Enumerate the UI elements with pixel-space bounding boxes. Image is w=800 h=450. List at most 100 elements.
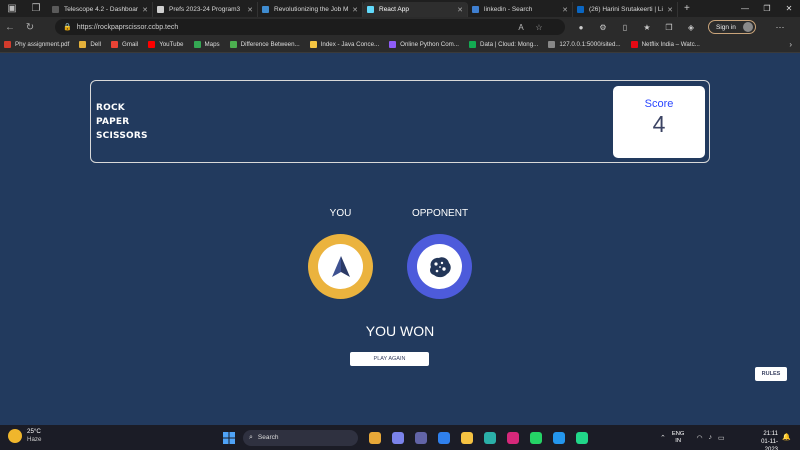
opponent-label: OPPONENT (411, 208, 469, 219)
close-tab-icon[interactable]: ✕ (352, 6, 358, 14)
volume-icon[interactable]: ♪ (709, 434, 713, 441)
extension-icon[interactable]: ● (570, 23, 592, 32)
browser-tab[interactable]: React App ✕ (363, 2, 468, 17)
close-tab-icon[interactable]: ✕ (562, 6, 568, 14)
windows-taskbar: 25°C Haze ⌕ Search ⌃ ENG IN ◠ ♪ ▭ 21:11 … (0, 425, 800, 450)
tab-title: Prefs 2023-24 Program3 (169, 6, 241, 13)
clock[interactable]: 21:11 01-11-2023 (752, 430, 778, 450)
tab-title: Telescope 4.2 - Dashboard (64, 6, 139, 13)
bookmark-favicon-icon (548, 41, 556, 48)
bookmark-favicon-icon (389, 41, 397, 48)
favorite-star-icon[interactable]: ☆ (530, 23, 548, 32)
battery-icon[interactable]: ▭ (718, 434, 725, 442)
widgets-icon[interactable] (366, 429, 384, 447)
whatsapp-icon[interactable] (527, 429, 545, 447)
teams-icon[interactable] (389, 429, 407, 447)
bookmark-item[interactable]: Netflix India – Watc... (630, 41, 700, 48)
puzzle-icon[interactable]: ⚙ (592, 23, 614, 32)
browser-tab[interactable]: Telescope 4.2 - Dashboard ✕ (48, 2, 153, 17)
bookmark-favicon-icon (468, 41, 476, 48)
url-text: https://rockpaprscissor.ccbp.tech (76, 23, 179, 31)
title-paper: PAPER (96, 117, 130, 127)
browser-tab[interactable]: Revolutionizing the Job M ✕ (258, 2, 363, 17)
close-tab-icon[interactable]: ✕ (667, 6, 673, 14)
copilot-icon[interactable]: ◈ (680, 23, 702, 32)
close-tab-icon[interactable]: ✕ (142, 6, 148, 14)
lock-icon: 🔒 (63, 24, 72, 31)
pycharm-icon[interactable] (573, 429, 591, 447)
bookmark-favicon-icon (193, 41, 201, 48)
score-label: Score (644, 98, 674, 110)
docker-icon[interactable] (550, 429, 568, 447)
language-indicator[interactable]: ENG IN (672, 431, 685, 445)
tab-title: Revolutionizing the Job M (274, 6, 349, 13)
close-window-icon[interactable]: ✕ (778, 0, 800, 17)
bookmark-favicon-icon (79, 41, 87, 48)
bookmark-item[interactable]: Index - Java Conce... (309, 41, 379, 48)
tab-favicon-icon (52, 6, 59, 13)
tab-favicon-icon (157, 6, 164, 13)
sign-in-button[interactable]: Sign in (708, 20, 756, 34)
tab-favicon-icon (262, 6, 269, 13)
tab-title: linkedin - Search (484, 6, 533, 13)
new-tab-button[interactable]: + (678, 3, 696, 14)
minimize-icon[interactable]: — (734, 0, 756, 17)
vscode-icon[interactable] (435, 429, 453, 447)
bookmark-item[interactable]: Difference Between... (229, 41, 300, 48)
browser-tab[interactable]: Prefs 2023-24 Program3 ✕ (153, 2, 258, 17)
bookmark-favicon-icon (630, 41, 638, 48)
start-button[interactable] (220, 429, 238, 447)
edge-icon[interactable] (481, 429, 499, 447)
wifi-icon[interactable]: ◠ (696, 434, 702, 442)
maximize-icon[interactable]: ❐ (756, 0, 778, 17)
bookmark-item[interactable]: Online Python Com... (389, 41, 459, 48)
clock-time: 21:11 (763, 431, 778, 437)
score-card: Score 4 (613, 86, 705, 158)
weather-widget[interactable]: 25°C Haze (8, 428, 41, 444)
read-aloud-icon[interactable]: A (512, 23, 530, 32)
split-screen-icon[interactable]: ▯ (614, 23, 636, 32)
taskbar-search[interactable]: ⌕ Search (243, 429, 358, 446)
bookmark-item[interactable]: 127.0.0.1:5000/sited... (548, 41, 621, 48)
bookmark-favicon-icon (229, 41, 237, 48)
rules-button[interactable]: RULES (755, 367, 787, 381)
browser-tab[interactable]: (26) Harini Srutakeerti | Li ✕ (573, 2, 678, 17)
tab-favicon-icon (472, 6, 479, 13)
you-label: YOU (329, 208, 352, 219)
instagram-icon[interactable] (504, 429, 522, 447)
back-icon[interactable]: ← (0, 22, 20, 33)
folder-icon[interactable] (458, 429, 476, 447)
browser-tab[interactable]: linkedin - Search ✕ (468, 2, 573, 17)
bookmark-item[interactable]: Data | Cloud: Mong... (468, 41, 538, 48)
refresh-icon[interactable]: ↻ (20, 22, 40, 33)
url-field[interactable]: 🔒 https://rockpaprscissor.ccbp.tech (55, 19, 565, 35)
address-bar-row: ← ↻ 🔒 https://rockpaprscissor.ccbp.tech … (0, 17, 800, 37)
opponent-choice-circle (407, 234, 472, 299)
close-tab-icon[interactable]: ✕ (457, 6, 463, 14)
collections-icon[interactable]: ❒ (658, 23, 680, 32)
game-header: ROCK PAPER SCISSORS Score 4 (90, 80, 710, 163)
notification-bell-icon[interactable]: 🔔 (782, 433, 791, 441)
workspaces-icon[interactable]: ▣ (0, 0, 24, 17)
play-again-button[interactable]: PLAY AGAIN (350, 352, 429, 366)
close-tab-icon[interactable]: ✕ (247, 6, 253, 14)
title-rock: ROCK (96, 103, 125, 113)
tab-actions-icon[interactable]: ❐ (24, 0, 48, 17)
favorites-icon[interactable]: ★ (636, 23, 658, 32)
tab-favicon-icon (367, 6, 374, 13)
bookmark-item[interactable]: Phy assignment.pdf (4, 41, 69, 48)
search-icon: ⌕ (249, 433, 253, 441)
tray-overflow-icon[interactable]: ⌃ (660, 434, 666, 442)
bookmarks-overflow-icon[interactable]: › (789, 37, 792, 53)
bookmark-item[interactable]: Maps (193, 41, 220, 48)
weather-sun-icon (8, 429, 22, 443)
bookmark-item[interactable]: YouTube (148, 41, 184, 48)
score-value: 4 (652, 111, 666, 137)
more-menu-icon[interactable]: ⋯ (770, 17, 790, 37)
meet-icon[interactable] (412, 429, 430, 447)
bookmark-favicon-icon (148, 41, 156, 48)
bookmark-item[interactable]: Gmail (111, 41, 138, 48)
bookmark-item[interactable]: Dell (79, 41, 101, 48)
weather-description: Haze (27, 436, 42, 443)
profile-avatar-icon (743, 22, 753, 32)
